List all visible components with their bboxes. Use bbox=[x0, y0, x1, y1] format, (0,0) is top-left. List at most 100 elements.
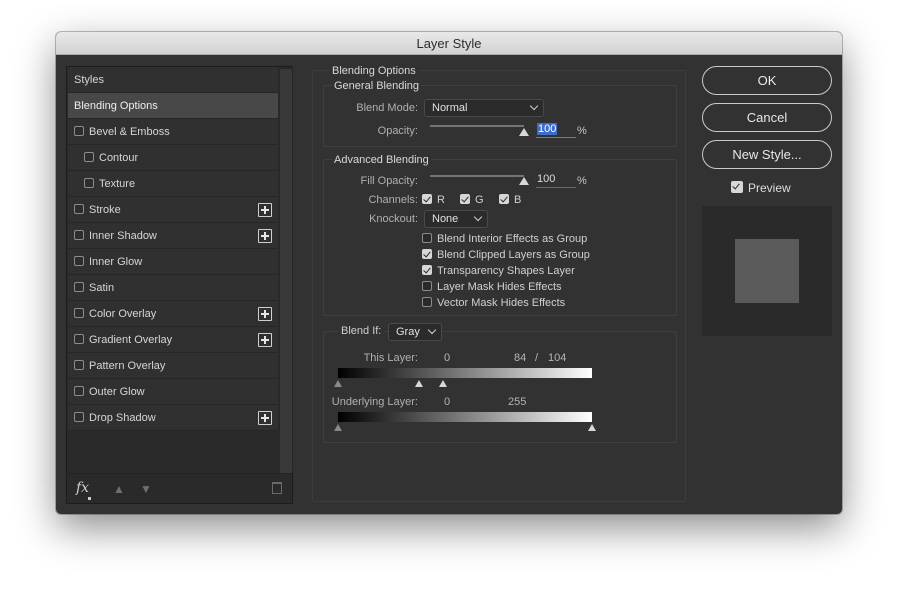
style-item-blending-options[interactable]: Blending Options bbox=[68, 93, 278, 119]
knockout-dropdown[interactable]: None bbox=[424, 210, 488, 228]
general-blending-group: General Blending Blend Mode: Normal Opac… bbox=[323, 80, 677, 147]
this-layer-label: This Layer: bbox=[363, 352, 418, 364]
style-checkbox[interactable] bbox=[74, 386, 84, 396]
blend-clipped-checkbox[interactable]: Blend Clipped Layers as Group bbox=[422, 249, 590, 262]
style-item-label: Texture bbox=[99, 178, 136, 190]
style-item-label: Inner Glow bbox=[89, 256, 143, 268]
style-item-gradient-overlay[interactable]: Gradient Overlay bbox=[68, 327, 278, 353]
opacity-slider-thumb[interactable] bbox=[519, 128, 529, 136]
underlying-layer-high: 255 bbox=[508, 396, 527, 408]
underlying-layer-black-slider[interactable] bbox=[334, 424, 342, 431]
preview-swatch bbox=[735, 239, 799, 303]
style-checkbox[interactable] bbox=[74, 334, 84, 344]
style-checkbox[interactable] bbox=[74, 256, 84, 266]
style-checkbox[interactable] bbox=[84, 152, 94, 162]
cancel-button[interactable]: Cancel bbox=[702, 103, 832, 132]
fill-opacity-unit: % bbox=[577, 175, 587, 187]
style-item-label: Gradient Overlay bbox=[89, 334, 173, 346]
style-checkbox[interactable] bbox=[74, 230, 84, 240]
style-checkbox[interactable] bbox=[74, 308, 84, 318]
fx-icon[interactable]: fx bbox=[76, 480, 92, 500]
preview-checkbox[interactable]: Preview bbox=[731, 181, 791, 195]
style-item-drop-shadow[interactable]: Drop Shadow bbox=[68, 405, 278, 431]
layer-style-dialog: Layer Style Styles Blending Options Bevel … bbox=[56, 32, 842, 514]
trash-icon[interactable] bbox=[272, 482, 282, 494]
style-item-bevel-emboss[interactable]: Bevel & Emboss bbox=[68, 119, 278, 145]
knockout-label: Knockout: bbox=[369, 213, 418, 225]
preview-thumbnail bbox=[702, 206, 832, 336]
style-item-label: Pattern Overlay bbox=[89, 360, 166, 372]
style-item-inner-glow[interactable]: Inner Glow bbox=[68, 249, 278, 275]
blending-options-panel: Blending Options General Blending Blend … bbox=[312, 65, 686, 502]
chevron-down-icon bbox=[473, 212, 483, 222]
add-effect-icon[interactable] bbox=[258, 307, 272, 321]
styles-scrollbar[interactable] bbox=[279, 67, 293, 473]
this-layer-white-slider-right-half[interactable] bbox=[439, 380, 447, 387]
blend-mode-label: Blend Mode: bbox=[356, 102, 418, 114]
style-checkbox[interactable] bbox=[74, 126, 84, 136]
underlying-layer-gradient bbox=[338, 412, 592, 422]
style-item-label: Drop Shadow bbox=[89, 412, 156, 424]
style-item-label: Styles bbox=[74, 74, 104, 86]
new-style-button[interactable]: New Style... bbox=[702, 140, 832, 169]
style-item-label: Outer Glow bbox=[89, 386, 145, 398]
advanced-blending-title: Advanced Blending bbox=[332, 154, 431, 166]
add-effect-icon[interactable] bbox=[258, 229, 272, 243]
style-item-contour[interactable]: Contour bbox=[68, 145, 278, 171]
add-effect-icon[interactable] bbox=[258, 203, 272, 217]
style-checkbox[interactable] bbox=[74, 360, 84, 370]
checkbox-checked-icon bbox=[422, 194, 432, 204]
style-item-pattern-overlay[interactable]: Pattern Overlay bbox=[68, 353, 278, 379]
style-checkbox[interactable] bbox=[74, 204, 84, 214]
opacity-input[interactable]: 100 bbox=[536, 122, 576, 138]
general-blending-title: General Blending bbox=[332, 80, 422, 92]
style-item-label: Inner Shadow bbox=[89, 230, 157, 242]
arrow-up-icon[interactable]: ▲ bbox=[113, 482, 125, 496]
underlying-layer-low: 0 bbox=[444, 396, 451, 408]
style-checkbox[interactable] bbox=[74, 412, 84, 422]
underlying-layer-white-slider[interactable] bbox=[588, 424, 596, 431]
scrollbar-thumb[interactable] bbox=[280, 69, 292, 473]
style-item-color-overlay[interactable]: Color Overlay bbox=[68, 301, 278, 327]
opacity-label: Opacity: bbox=[377, 125, 418, 137]
style-checkbox[interactable] bbox=[84, 178, 94, 188]
fill-opacity-label: Fill Opacity: bbox=[360, 175, 418, 187]
style-item-label: Blending Options bbox=[74, 100, 158, 112]
blend-mode-dropdown[interactable]: Normal bbox=[424, 99, 544, 117]
ok-button[interactable]: OK bbox=[702, 66, 832, 95]
style-item-outer-glow[interactable]: Outer Glow bbox=[68, 379, 278, 405]
add-effect-icon[interactable] bbox=[258, 333, 272, 347]
blend-if-value: Gray bbox=[396, 326, 420, 338]
layer-mask-hides-checkbox[interactable]: Layer Mask Hides Effects bbox=[422, 281, 562, 294]
fill-opacity-slider-thumb[interactable] bbox=[519, 177, 529, 185]
blend-interior-checkbox[interactable]: Blend Interior Effects as Group bbox=[422, 233, 587, 246]
this-layer-separator: / bbox=[535, 352, 539, 364]
opacity-slider-track[interactable] bbox=[430, 125, 524, 127]
add-effect-icon[interactable] bbox=[258, 411, 272, 425]
channel-g-checkbox[interactable]: G bbox=[460, 194, 484, 207]
this-layer-white-slider-left-half[interactable] bbox=[415, 380, 423, 387]
blend-if-group: Blend If: Gray This Layer: 0 84 / 104 Un… bbox=[323, 323, 677, 443]
this-layer-black-slider[interactable] bbox=[334, 380, 342, 387]
transparency-shapes-checkbox[interactable]: Transparency Shapes Layer bbox=[422, 265, 575, 278]
vector-mask-hides-checkbox[interactable]: Vector Mask Hides Effects bbox=[422, 297, 565, 310]
blend-if-dropdown[interactable]: Gray bbox=[388, 323, 442, 341]
style-item-satin[interactable]: Satin bbox=[68, 275, 278, 301]
style-checkbox[interactable] bbox=[74, 282, 84, 292]
fill-opacity-input[interactable]: 100 bbox=[536, 172, 576, 188]
chevron-down-icon bbox=[427, 325, 437, 335]
channel-r-checkbox[interactable]: R bbox=[422, 194, 445, 207]
underlying-layer-label: Underlying Layer: bbox=[331, 396, 418, 408]
style-item-label: Satin bbox=[89, 282, 115, 294]
arrow-down-icon[interactable]: ▼ bbox=[140, 482, 152, 496]
style-item-styles[interactable]: Styles bbox=[68, 67, 278, 93]
style-item-inner-shadow[interactable]: Inner Shadow bbox=[68, 223, 278, 249]
chevron-down-icon bbox=[529, 101, 539, 111]
fill-opacity-slider-track[interactable] bbox=[430, 175, 524, 177]
style-item-texture[interactable]: Texture bbox=[68, 171, 278, 197]
style-item-label: Color Overlay bbox=[89, 308, 157, 320]
style-item-stroke[interactable]: Stroke bbox=[68, 197, 278, 223]
checkbox-checked-icon bbox=[460, 194, 470, 204]
channel-b-checkbox[interactable]: B bbox=[499, 194, 521, 207]
styles-list: Styles Blending Options Bevel & Emboss Cont… bbox=[68, 67, 278, 431]
